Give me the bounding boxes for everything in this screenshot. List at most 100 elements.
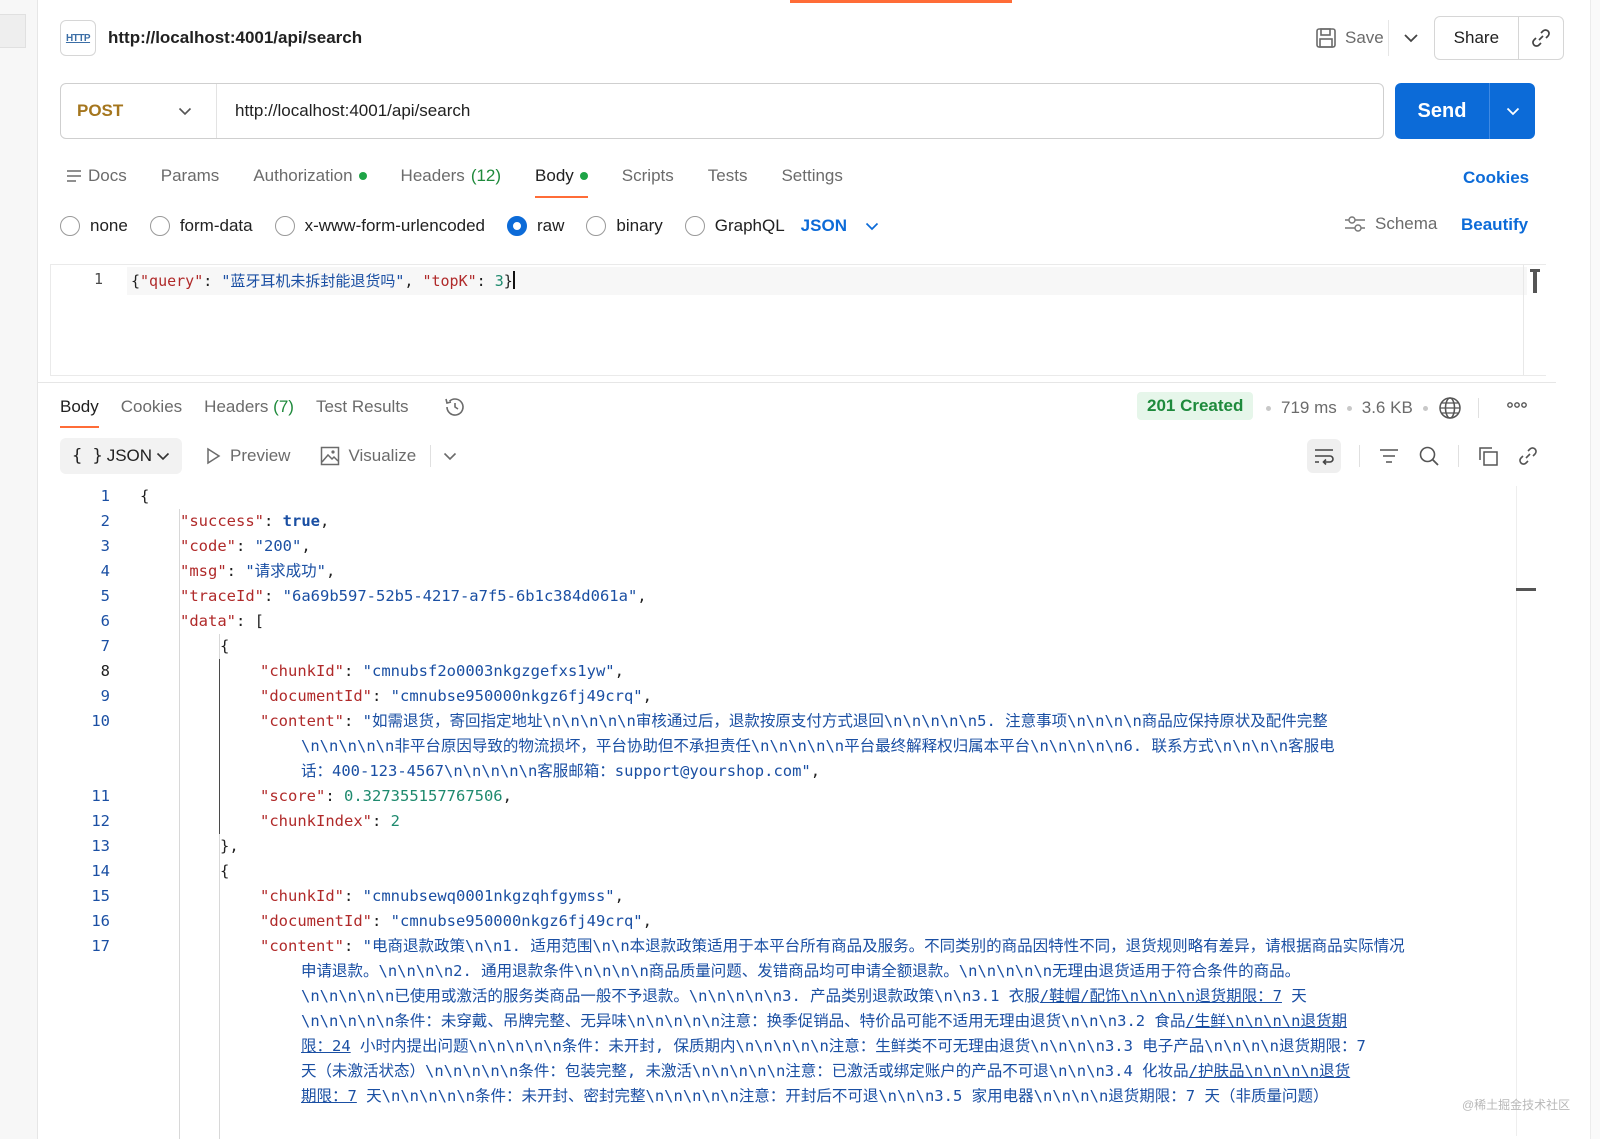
play-icon xyxy=(207,447,221,465)
code-line: { xyxy=(140,484,149,509)
code-line-wrapped: 申请退款。\n\n\n\n2. 通用退款条件\n\n\n\n商品质量问题、发错商… xyxy=(301,959,1300,984)
send-options-button[interactable] xyxy=(1489,83,1535,139)
more-options-icon[interactable] xyxy=(1506,400,1528,410)
response-scrollbar[interactable] xyxy=(1516,486,1536,1136)
share-button[interactable]: Share xyxy=(1435,28,1518,48)
response-headers-count: (7) xyxy=(273,397,294,416)
line-number: 5 xyxy=(100,587,110,605)
wrap-lines-button[interactable] xyxy=(1307,439,1341,473)
tab-docs[interactable]: Docs xyxy=(66,162,127,190)
punct: , xyxy=(404,272,423,290)
chevron-down-icon[interactable] xyxy=(443,452,457,461)
mode-form-data-label: form-data xyxy=(179,216,253,235)
code-line-wrapped: 期限：7 天\n\n\n\n\n条件：未开封、密封完整\n\n\n\n\n注意：… xyxy=(301,1084,1328,1109)
method-select[interactable]: POST xyxy=(61,84,217,138)
brace: { xyxy=(220,637,230,655)
headers-count: (12) xyxy=(470,166,502,185)
sidebar-toggle[interactable] xyxy=(0,14,26,48)
tab-scripts[interactable]: Scripts xyxy=(622,162,674,190)
cookies-link[interactable]: Cookies xyxy=(1463,168,1529,188)
response-time[interactable]: 719 ms xyxy=(1281,398,1337,418)
punct: : xyxy=(203,272,222,290)
json-number: 0.327355157767506 xyxy=(344,787,503,805)
radio-icon[interactable] xyxy=(60,216,80,236)
mode-raw[interactable]: raw xyxy=(507,216,564,236)
brace: } xyxy=(503,272,513,290)
json-string: 天（未激活状态）\n\n\n\n\n条件：包装完整, 未激活\n\n\n\n\n… xyxy=(301,1062,1189,1080)
request-title[interactable]: http://localhost:4001/api/search xyxy=(108,28,362,48)
mode-form-data[interactable]: form-data xyxy=(149,216,253,236)
url-input[interactable]: http://localhost:4001/api/search xyxy=(217,101,1383,121)
resize-handle-icon[interactable] xyxy=(1530,269,1540,293)
radio-checked-icon[interactable] xyxy=(507,216,528,236)
json-string-link[interactable]: 期限：7 xyxy=(301,1087,357,1105)
save-options-button[interactable] xyxy=(1388,20,1432,56)
body-mode-row: none form-data x-www-form-urlencoded raw… xyxy=(60,212,879,240)
json-string: 小时内提出问题\n\n\n\n\n条件：未开封, 保质期内\n\n\n\n\n注… xyxy=(350,1037,1366,1055)
preview-button[interactable]: Preview xyxy=(204,446,290,466)
tab-tests[interactable]: Tests xyxy=(708,162,748,190)
search-icon[interactable] xyxy=(1418,445,1440,467)
response-format-select[interactable]: { } JSON xyxy=(60,438,182,474)
json-string: "蓝牙耳机未拆封能退货吗" xyxy=(221,272,405,290)
radio-icon[interactable] xyxy=(586,216,607,236)
radio-icon[interactable] xyxy=(149,216,170,236)
radio-icon[interactable] xyxy=(684,216,705,236)
mode-binary[interactable]: binary xyxy=(586,216,663,236)
line-number: 1 xyxy=(100,487,110,505)
code-line: { xyxy=(220,634,229,659)
sliders-icon xyxy=(1345,216,1365,232)
tab-authorization[interactable]: Authorization xyxy=(253,162,367,190)
code-line: "data": [ xyxy=(180,609,264,634)
history-button[interactable] xyxy=(443,395,467,419)
link-icon[interactable] xyxy=(1517,445,1539,467)
response-size[interactable]: 3.6 KB xyxy=(1362,398,1413,418)
response-tab-body[interactable]: Body xyxy=(60,397,99,428)
http-icon-text: HTTP xyxy=(65,32,91,44)
response-tab-test-results[interactable]: Test Results xyxy=(316,397,409,417)
active-tab-indicator xyxy=(790,0,1012,3)
radio-icon[interactable] xyxy=(274,216,295,236)
status-badge[interactable]: 201 Created xyxy=(1137,392,1254,420)
body-format-select[interactable]: JSON xyxy=(801,216,879,236)
response-tab-headers[interactable]: Headers (7) xyxy=(204,397,294,417)
json-string-link[interactable]: /护肤品\n\n\n\n退货 xyxy=(1189,1062,1351,1080)
copy-link-button[interactable] xyxy=(1517,16,1563,60)
response-meta: 719 ms 3.6 KB xyxy=(1266,396,1479,420)
json-string: 申请退款。\n\n\n\n2. 通用退款条件\n\n\n\n商品质量问题、发错商… xyxy=(301,962,1301,980)
json-key: "chunkId" xyxy=(260,662,344,680)
schema-label: Schema xyxy=(1375,214,1438,233)
schema-button[interactable]: Schema xyxy=(1343,214,1437,234)
beautify-button[interactable]: Beautify xyxy=(1461,215,1528,235)
tab-body[interactable]: Body xyxy=(535,162,588,198)
response-scrollbar-thumb[interactable] xyxy=(1516,588,1536,591)
line-number: 16 xyxy=(91,912,110,930)
send-group: Send xyxy=(1395,83,1535,139)
json-string-link[interactable]: /生鲜\n\n\n\n退货期 xyxy=(1185,1012,1347,1030)
json-string-link[interactable]: /鞋帽/配饰\n\n\n\n退货期限：7 xyxy=(1040,987,1282,1005)
tab-scripts-label: Scripts xyxy=(621,166,674,185)
chevron-down-icon xyxy=(178,107,192,115)
tab-params[interactable]: Params xyxy=(161,162,220,190)
save-button[interactable]: Save xyxy=(1303,20,1396,56)
tab-headers[interactable]: Headers (12) xyxy=(401,162,502,190)
json-key: "documentId" xyxy=(260,687,372,705)
mode-urlencoded[interactable]: x-www-form-urlencoded xyxy=(274,216,485,236)
visualize-button[interactable]: Visualize xyxy=(320,446,416,466)
filter-icon[interactable] xyxy=(1378,447,1400,465)
request-body-code[interactable]: {"query": "蓝牙耳机未拆封能退货吗", "topK": 3} xyxy=(131,270,515,291)
response-tab-test-results-label: Test Results xyxy=(315,397,409,416)
mode-none[interactable]: none xyxy=(60,216,128,236)
response-body-viewer[interactable]: 1 2 3 4 5 6 7 8 9 10 11 12 13 14 15 16 1… xyxy=(60,484,1516,1139)
mode-graphql[interactable]: GraphQL xyxy=(684,216,785,236)
copy-icon[interactable] xyxy=(1477,445,1499,467)
request-body-editor[interactable]: 1 {"query": "蓝牙耳机未拆封能退货吗", "topK": 3} xyxy=(50,264,1546,376)
response-tab-cookies[interactable]: Cookies xyxy=(121,397,182,417)
line-number: 8 xyxy=(100,662,110,680)
tab-settings[interactable]: Settings xyxy=(781,162,842,190)
view-divider xyxy=(430,445,432,467)
globe-icon[interactable] xyxy=(1438,396,1462,420)
send-button[interactable]: Send xyxy=(1395,100,1489,123)
code-line: "traceId": "6a69b597-52b5-4217-a7f5-6b1c… xyxy=(180,587,647,605)
json-string-link[interactable]: 限：24 xyxy=(301,1037,351,1055)
